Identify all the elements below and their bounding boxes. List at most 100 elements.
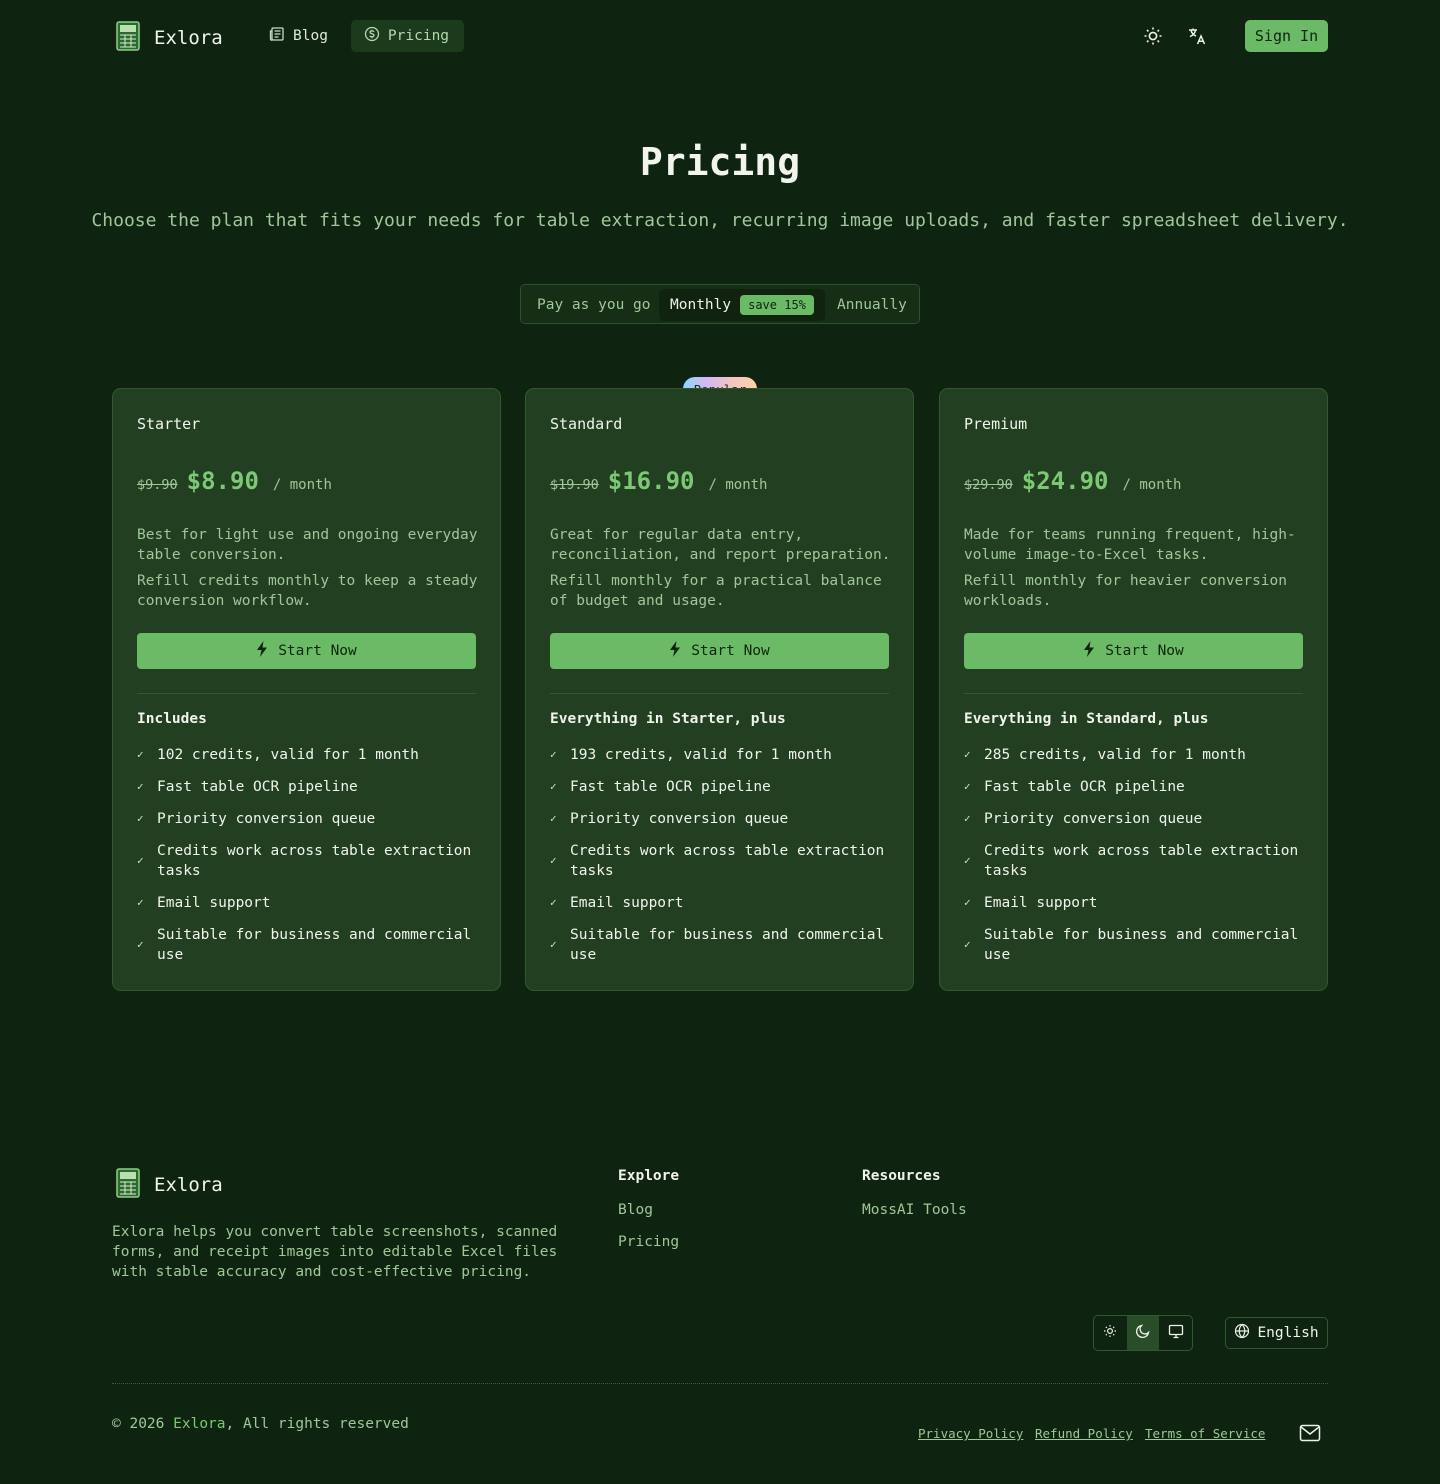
plan-card-starter: Starter $9.90 $8.90 / month Best for lig… [112,388,501,991]
feature-text: Suitable for business and commercial use [570,927,885,963]
divider [964,693,1303,694]
footer-link-blog[interactable]: Blog [618,1202,679,1218]
footer-resources-column: Resources MossAI Tools [862,1168,967,1234]
old-price: $29.90 [964,477,1013,493]
feature-item: ✓ Email support [550,893,890,913]
feature-text: Fast table OCR pipeline [570,779,771,795]
brand-name: Exlora [154,27,223,49]
plan-refill-note: Refill monthly for heavier conversion wo… [964,573,1288,609]
nav-blog[interactable]: Blog [256,20,343,52]
plan-name: Premium [964,415,1028,433]
copyright: © 2026 Exlora, All rights reserved [112,1416,409,1432]
check-icon: ✓ [550,812,557,825]
plan-refill-note: Refill monthly for a practical balance o… [550,573,882,609]
feature-item: ✓ Credits work across table extraction ta… [964,841,1304,881]
check-icon: ✓ [137,748,144,761]
divider [137,693,476,694]
copyright-text: , All rights reserved [225,1416,409,1432]
current-price: $16.90 [607,467,695,495]
price-row: $19.90 $16.90 / month [550,467,768,495]
check-icon: ✓ [550,938,557,951]
feature-item: ✓ Suitable for business and commercial us… [550,925,890,965]
check-icon: ✓ [137,938,144,951]
check-icon: ✓ [137,896,144,909]
theme-toggle-sun-icon[interactable] [1141,24,1165,48]
old-price: $9.90 [137,477,178,493]
billing-period: / month [1122,477,1182,493]
check-icon: ✓ [964,748,971,761]
plan-card-standard: Standard $19.90 $16.90 / month Great for… [525,388,914,991]
translate-icon[interactable] [1185,24,1209,48]
start-now-button[interactable]: Start Now [550,633,889,669]
footer-link-mossai-tools[interactable]: MossAI Tools [862,1202,967,1218]
start-now-button[interactable]: Start Now [964,633,1303,669]
start-now-label: Start Now [1105,643,1184,659]
newspaper-icon [269,26,285,46]
feature-item: ✓ Priority conversion queue [137,809,477,829]
theme-system-button[interactable] [1159,1316,1192,1350]
feature-text: Priority conversion queue [984,811,1203,827]
current-price: $8.90 [186,467,259,495]
check-icon: ✓ [550,780,557,793]
check-icon: ✓ [964,896,971,909]
plan-card-premium: Premium $29.90 $24.90 / month Made for t… [939,388,1328,991]
feature-text: Fast table OCR pipeline [984,779,1185,795]
footer-explore-column: Explore Blog Pricing [618,1168,679,1266]
feature-text: Email support [570,895,684,911]
feature-text: 285 credits, valid for 1 month [984,747,1246,763]
feature-item: ✓ Priority conversion queue [550,809,890,829]
feature-item: ✓ Suitable for business and commercial us… [137,925,477,965]
main-nav: Blog Pricing [256,20,465,52]
billing-option-monthly[interactable]: Monthly save 15% [659,289,825,321]
copyright-brand[interactable]: Exlora [173,1416,225,1432]
billing-period-toggle: Pay as you go Monthly save 15% Annually [520,284,920,324]
check-icon: ✓ [964,854,971,867]
mail-icon[interactable] [1299,1424,1321,1444]
billing-option-annually[interactable]: Annually [837,289,907,321]
sign-in-button[interactable]: Sign In [1245,20,1328,52]
feature-item: ✓ Fast table OCR pipeline [964,777,1304,797]
billing-option-pay-as-you-go[interactable]: Pay as you go [537,289,651,321]
plan-description: Great for regular data entry, reconcilia… [550,527,891,563]
start-now-label: Start Now [691,643,770,659]
plan-name: Standard [550,415,623,433]
spreadsheet-logo-icon [116,21,140,55]
language-selector[interactable]: English [1225,1317,1328,1349]
start-now-button[interactable]: Start Now [137,633,476,669]
privacy-policy-link[interactable]: Privacy Policy [918,1426,1023,1441]
billing-option-monthly-label: Monthly [670,297,732,313]
nav-pricing[interactable]: Pricing [350,20,465,52]
copyright-year: © 2026 [112,1416,165,1432]
feature-item: ✓ Credits work across table extraction ta… [137,841,477,881]
page-subtitle: Choose the plan that fits your needs for… [91,210,1349,231]
feature-list: ✓ 285 credits, valid for 1 month ✓ Fast ta… [964,745,1304,977]
feature-item: ✓ Suitable for business and commercial us… [964,925,1304,965]
billing-period: / month [708,477,768,493]
feature-list: ✓ 193 credits, valid for 1 month ✓ Fast ta… [550,745,890,977]
theme-light-button[interactable] [1094,1316,1127,1350]
feature-text: Priority conversion queue [157,811,376,827]
feature-item: ✓ Email support [964,893,1304,913]
theme-dark-button[interactable] [1126,1316,1160,1350]
refund-policy-link[interactable]: Refund Policy [1035,1426,1133,1441]
price-row: $9.90 $8.90 / month [137,467,332,495]
theme-switcher [1093,1315,1193,1351]
feature-item: ✓ Priority conversion queue [964,809,1304,829]
footer-brand-name: Exlora [154,1174,223,1196]
current-price: $24.90 [1021,467,1109,495]
billing-period: / month [272,477,332,493]
dollar-circle-icon [364,26,380,46]
nav-pricing-label: Pricing [387,28,450,44]
brand-logo[interactable]: Exlora [116,21,223,55]
save-badge: save 15% [740,295,814,315]
nav-blog-label: Blog [293,28,328,44]
feature-text: Suitable for business and commercial use [157,927,472,963]
footer-link-pricing[interactable]: Pricing [618,1234,679,1250]
terms-of-service-link[interactable]: Terms of Service [1145,1426,1265,1441]
footer-brand-logo[interactable]: Exlora [116,1168,223,1202]
feature-item: ✓ Fast table OCR pipeline [137,777,477,797]
page-title: Pricing [639,140,801,184]
feature-text: 102 credits, valid for 1 month [157,747,419,763]
spreadsheet-logo-icon [116,1168,140,1202]
includes-title: Everything in Standard, plus [964,711,1209,727]
